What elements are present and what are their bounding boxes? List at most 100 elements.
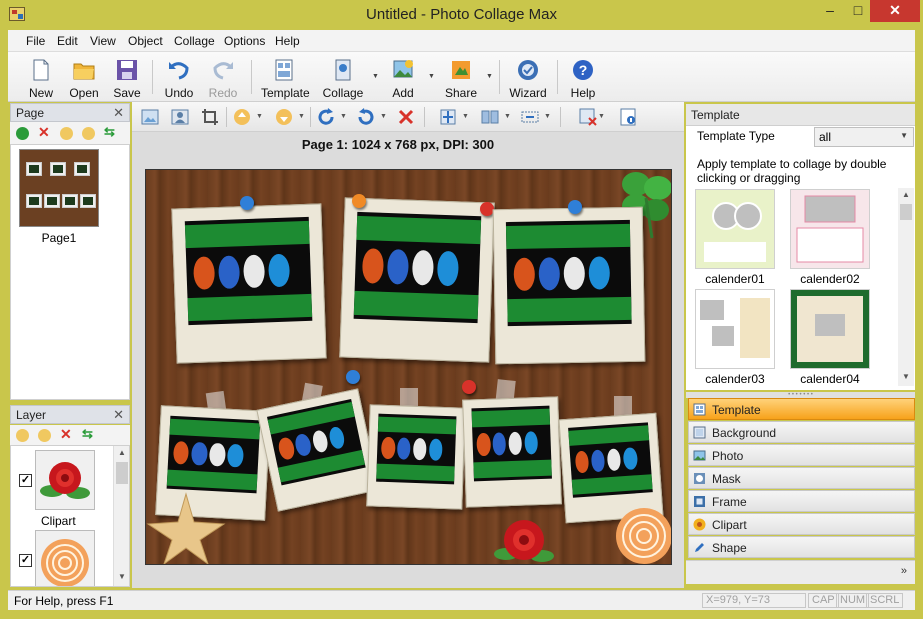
add-button[interactable]: Add: [380, 54, 426, 100]
layer-scrollbar[interactable]: ▲ ▼: [113, 446, 129, 586]
layer-panel-tools: ✕ ⇆: [10, 425, 130, 445]
open-folder-icon: [73, 63, 95, 80]
delete-object-icon[interactable]: [396, 107, 416, 127]
resize-dropdown-arrow[interactable]: ▼: [544, 113, 551, 120]
category-photo[interactable]: Photo: [688, 444, 915, 466]
photo-frame[interactable]: [462, 396, 562, 508]
photo-frame[interactable]: [256, 388, 380, 512]
collage-canvas[interactable]: [145, 169, 672, 565]
rotate-left-icon[interactable]: [356, 107, 376, 127]
photo-frame[interactable]: [492, 206, 646, 365]
category-mask[interactable]: Mask: [688, 467, 915, 489]
redo-button[interactable]: Redo: [200, 54, 246, 100]
rotate-right-dropdown-arrow[interactable]: ▼: [340, 113, 347, 120]
minimize-button[interactable]: –: [815, 0, 845, 22]
close-button[interactable]: ✕: [870, 0, 920, 22]
category-shape[interactable]: Shape: [688, 536, 915, 558]
layer-down-icon[interactable]: [38, 429, 51, 442]
refresh-layers-icon[interactable]: ⇆: [82, 426, 93, 442]
layer-visibility-checkbox[interactable]: ✓: [19, 554, 32, 567]
layer-panel-close-icon[interactable]: ✕: [113, 407, 124, 423]
send-backward-icon[interactable]: [274, 107, 294, 127]
collage-dropdown-arrow[interactable]: ▼: [372, 73, 379, 80]
share-dropdown-arrow[interactable]: ▼: [486, 73, 493, 80]
category-frame[interactable]: Frame: [688, 490, 915, 512]
menu-collage[interactable]: Collage: [174, 34, 215, 48]
delete-layer-icon[interactable]: ✕: [60, 426, 72, 443]
photo-frame[interactable]: [171, 203, 327, 364]
thumb-photo: [50, 162, 66, 176]
menu-view[interactable]: View: [90, 34, 116, 48]
page-thumbnail[interactable]: [19, 149, 99, 227]
add-page-icon[interactable]: [16, 127, 29, 140]
category-template[interactable]: Template: [688, 398, 915, 420]
scroll-up-arrow[interactable]: ▲: [898, 190, 914, 199]
help-button[interactable]: ? Help: [560, 54, 606, 100]
new-button[interactable]: New: [18, 54, 64, 100]
rotate-right-icon[interactable]: [316, 107, 336, 127]
template-thumbnail[interactable]: [790, 289, 870, 369]
add-person-photo-icon[interactable]: [170, 107, 190, 127]
category-clipart[interactable]: Clipart: [688, 513, 915, 535]
send-backward-dropdown-arrow[interactable]: ▼: [298, 113, 305, 120]
page-panel-close-icon[interactable]: ✕: [113, 105, 124, 121]
open-button[interactable]: Open: [61, 54, 107, 100]
photo-image: [267, 399, 366, 485]
save-button[interactable]: Save: [104, 54, 150, 100]
scroll-down-arrow[interactable]: ▼: [114, 572, 129, 581]
maximize-button[interactable]: □: [843, 0, 873, 22]
menu-help[interactable]: Help: [275, 34, 300, 48]
scroll-thumb[interactable]: [900, 204, 912, 220]
collage-button[interactable]: Collage: [320, 54, 366, 100]
move-page-down-icon[interactable]: [82, 127, 95, 140]
crop-icon[interactable]: [200, 107, 220, 127]
rose-clipart-icon[interactable]: [492, 512, 556, 565]
align-center-icon[interactable]: [438, 107, 458, 127]
template-label: calender04: [800, 372, 860, 386]
layer-thumbnail[interactable]: [35, 450, 95, 510]
expand-chevron-icon[interactable]: »: [901, 565, 907, 577]
delete-page-icon[interactable]: ✕: [38, 124, 50, 141]
template-thumbnail[interactable]: [695, 289, 775, 369]
share-button[interactable]: Share: [438, 54, 484, 100]
layer-thumbnail[interactable]: [35, 530, 95, 586]
template-thumbnail[interactable]: [695, 189, 775, 269]
template-scrollbar[interactable]: ▲ ▼: [898, 188, 914, 386]
photo-frame[interactable]: [339, 197, 495, 363]
align-dropdown-arrow[interactable]: ▼: [462, 113, 469, 120]
template-thumbnail[interactable]: [790, 189, 870, 269]
menu-object[interactable]: Object: [128, 34, 163, 48]
scroll-up-arrow[interactable]: ▲: [114, 448, 129, 457]
distribute-icon[interactable]: [480, 107, 500, 127]
redo-arrow-icon: [213, 62, 233, 80]
menu-file[interactable]: File: [26, 34, 45, 48]
properties-icon[interactable]: [618, 107, 638, 127]
resize-icon[interactable]: [520, 107, 540, 127]
seashell-clipart-icon[interactable]: [612, 502, 672, 565]
pushpin-icon: [240, 196, 254, 210]
template-type-select[interactable]: all ▼: [814, 127, 914, 147]
refresh-pages-icon[interactable]: ⇆: [104, 124, 115, 140]
template-button[interactable]: Template: [261, 54, 310, 100]
layer-visibility-checkbox[interactable]: ✓: [19, 474, 32, 487]
menu-options[interactable]: Options: [224, 34, 265, 48]
category-background[interactable]: Background: [688, 421, 915, 443]
select-none-icon[interactable]: [578, 107, 598, 127]
wizard-button[interactable]: Wizard: [505, 54, 551, 100]
photo-frame[interactable]: [366, 404, 466, 510]
scroll-down-arrow[interactable]: ▼: [898, 372, 914, 381]
undo-button[interactable]: Undo: [156, 54, 202, 100]
add-photo-frame-icon[interactable]: [140, 107, 160, 127]
layer-up-icon[interactable]: [16, 429, 29, 442]
starfish-clipart-icon[interactable]: [146, 490, 226, 565]
distribute-dropdown-arrow[interactable]: ▼: [504, 113, 511, 120]
bring-forward-dropdown-arrow[interactable]: ▼: [256, 113, 263, 120]
move-page-up-icon[interactable]: [60, 127, 73, 140]
page-list: Page1: [10, 144, 130, 400]
select-dropdown-arrow[interactable]: ▼: [598, 113, 605, 120]
bring-forward-icon[interactable]: [232, 107, 252, 127]
menu-edit[interactable]: Edit: [57, 34, 78, 48]
add-dropdown-arrow[interactable]: ▼: [428, 73, 435, 80]
rotate-left-dropdown-arrow[interactable]: ▼: [380, 113, 387, 120]
scroll-thumb[interactable]: [116, 462, 128, 484]
